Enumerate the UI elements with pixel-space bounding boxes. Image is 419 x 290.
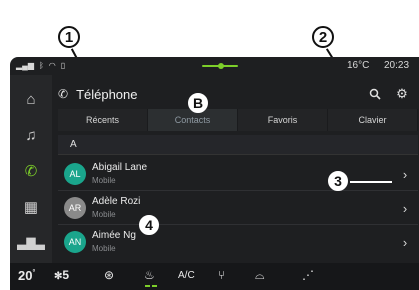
steering-wheel-icon: ⊛ xyxy=(104,268,115,282)
chevron-right-icon: › xyxy=(402,200,408,216)
contact-details-button[interactable]: › xyxy=(398,234,412,250)
seat-heat-icon: ♨ xyxy=(144,268,155,282)
page-title: Téléphone xyxy=(76,86,138,102)
callout-b: B xyxy=(188,93,208,113)
figure: 1 2 ▂▄▆ ᛒ ◠ ▯ 16°C 20:23 ⌂ ♫ ✆ ▦ ▃▇▃ ✆ T… xyxy=(0,0,419,290)
home-icon: ⌂ xyxy=(26,90,36,108)
wifi-icon: ◠ xyxy=(48,61,56,70)
contact-details-button[interactable]: › xyxy=(398,166,412,182)
signal-icon: ▂▄▆ xyxy=(16,61,34,70)
gear-icon: ⚙ xyxy=(396,86,408,101)
apps-icon: ▦ xyxy=(23,199,39,216)
steering-heat-button[interactable]: ⊛ xyxy=(104,268,114,282)
driver-temperature-value: 20 xyxy=(18,268,33,283)
status-icons: ▂▄▆ ᛒ ◠ ▯ xyxy=(16,61,65,70)
contact-type: Mobile xyxy=(92,176,116,185)
phone-icon: ✆ xyxy=(58,87,69,101)
bluetooth-icon: ᛒ xyxy=(38,61,44,70)
contact-name: Adèle Rozi xyxy=(92,196,141,207)
search-button[interactable] xyxy=(366,85,384,103)
contact-details-button[interactable]: › xyxy=(398,200,412,216)
seat-button[interactable]: ⑂ xyxy=(218,268,225,282)
contact-row[interactable]: AL Abigail Lane Mobile › xyxy=(58,157,418,191)
avatar: AL xyxy=(64,163,86,185)
sidebar-item-apps[interactable]: ▦ xyxy=(10,189,52,225)
climate-bar: 20° ✻5 ⊛ ♨ A/C ⑂ ⌓ ⋰ xyxy=(10,263,419,290)
seat-heat-level-2 xyxy=(152,285,157,287)
defrost-icon: ⌓ xyxy=(255,268,265,282)
status-bar: ▂▄▆ ᛒ ◠ ▯ 16°C 20:23 xyxy=(10,57,419,75)
infotainment-screen: ▂▄▆ ᛒ ◠ ▯ 16°C 20:23 ⌂ ♫ ✆ ▦ ▃▇▃ ✆ Télép… xyxy=(10,57,419,290)
tab-bar: Récents Contacts Favoris Clavier xyxy=(58,109,418,131)
driver-temperature[interactable]: 20° xyxy=(18,268,35,283)
outside-temperature: 16°C xyxy=(347,60,370,71)
clock: 20:23 xyxy=(384,60,410,71)
sidebar-item-music[interactable]: ♫ xyxy=(10,117,52,153)
contact-type: Mobile xyxy=(92,244,116,253)
chevron-right-icon: › xyxy=(402,234,408,250)
seat-heat-button[interactable]: ♨ xyxy=(144,268,155,282)
sidebar-item-car[interactable]: ▃▇▃ xyxy=(10,225,52,261)
callout-1: 1 xyxy=(58,26,80,48)
car-icon: ▃▇▃ xyxy=(17,236,45,250)
seat-heat-level-1 xyxy=(145,285,150,287)
sidebar-item-home[interactable]: ⌂ xyxy=(10,81,52,117)
contact-row[interactable]: AR Adèle Rozi Mobile › xyxy=(58,191,418,225)
app-header: ✆ Téléphone xyxy=(58,83,138,105)
callout-3-leader xyxy=(350,181,392,183)
contact-name: Abigail Lane xyxy=(92,162,148,173)
sidebar: ⌂ ♫ ✆ ▦ ▃▇▃ xyxy=(10,75,52,263)
section-header: A xyxy=(58,135,418,155)
ac-button[interactable]: A/C xyxy=(178,270,195,281)
callout-4: 4 xyxy=(139,215,159,235)
fan-speed[interactable]: ✻5 xyxy=(54,268,69,282)
avatar: AN xyxy=(64,231,86,253)
section-letter: A xyxy=(70,139,77,150)
tab-recents[interactable]: Récents xyxy=(58,109,148,131)
contact-name: Aimée Ng xyxy=(92,230,136,241)
avatar: AR xyxy=(64,197,86,219)
contact-type: Mobile xyxy=(92,210,116,219)
music-icon: ♫ xyxy=(25,126,37,144)
fan-speed-value: 5 xyxy=(62,268,70,282)
chevron-right-icon: › xyxy=(402,166,408,182)
defrost-button[interactable]: ⌓ xyxy=(255,268,265,283)
airflow-button[interactable]: ⋰ xyxy=(302,268,314,282)
callout-2: 2 xyxy=(312,26,334,48)
seat-icon: ⑂ xyxy=(218,268,226,282)
status-indicator-dot xyxy=(218,63,224,69)
settings-button[interactable]: ⚙ xyxy=(393,85,411,103)
sim-icon: ▯ xyxy=(60,61,66,70)
search-icon xyxy=(369,88,381,100)
callout-3: 3 xyxy=(328,171,348,191)
contact-row[interactable]: AN Aimée Ng Mobile › xyxy=(58,225,418,259)
tab-clavier[interactable]: Clavier xyxy=(328,109,418,131)
phone-icon: ✆ xyxy=(24,163,38,180)
airflow-icon: ⋰ xyxy=(302,268,314,282)
sidebar-item-phone[interactable]: ✆ xyxy=(10,153,52,189)
tab-favoris[interactable]: Favoris xyxy=(238,109,328,131)
tab-contacts[interactable]: Contacts xyxy=(148,109,238,131)
